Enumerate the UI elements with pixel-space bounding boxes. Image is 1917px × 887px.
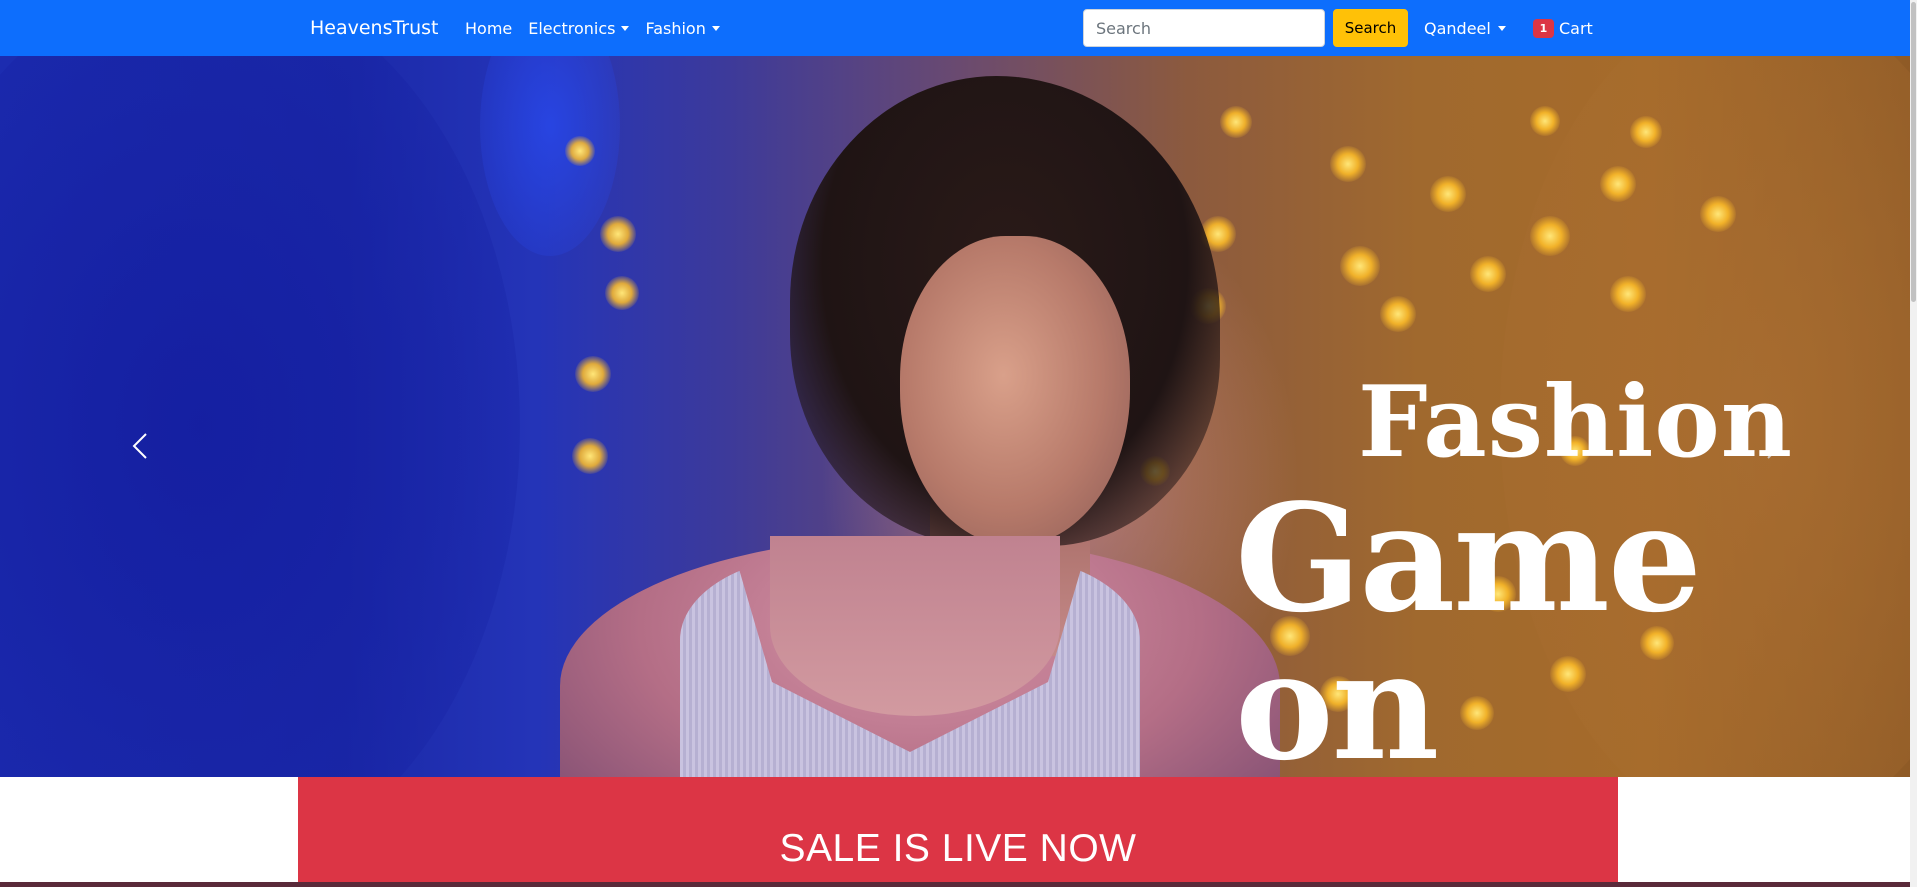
nav-dropdown-electronics-label: Electronics [528, 18, 616, 38]
hero-carousel: Fashion Game on [0, 56, 1917, 777]
cart-link[interactable]: 1 Cart [1533, 0, 1593, 56]
bokeh-light [1340, 246, 1380, 286]
background-blur [480, 56, 620, 256]
bokeh-light [572, 438, 608, 474]
scrollbar-thumb[interactable] [1911, 2, 1916, 302]
chevron-left-icon [132, 433, 147, 459]
sale-banner-text: SALE IS LIVE NOW [779, 827, 1137, 870]
hero-model-face [900, 236, 1130, 546]
nav-dropdown-electronics[interactable]: Electronics [520, 19, 637, 38]
caret-down-icon [1497, 25, 1506, 31]
bokeh-light [1630, 116, 1662, 148]
search-button[interactable]: Search [1333, 9, 1408, 47]
nav-dropdown-fashion[interactable]: Fashion [637, 19, 727, 38]
bokeh-light [1530, 216, 1570, 256]
bokeh-light [1380, 296, 1416, 332]
nav-links: Home Electronics Fashion [457, 0, 728, 56]
bokeh-light [1600, 166, 1636, 202]
background-blur [0, 56, 520, 777]
top-navbar: HeavensTrust Home Electronics Fashion Se… [0, 0, 1917, 56]
cart-count-badge: 1 [1533, 18, 1554, 38]
bokeh-light [565, 136, 595, 166]
bokeh-light [600, 216, 636, 252]
hero-model-neckline [770, 536, 1060, 716]
cart-label: Cart [1559, 18, 1593, 38]
sale-banner: SALE IS LIVE NOW [298, 777, 1618, 887]
bottom-strip [0, 882, 1917, 887]
caret-down-icon [711, 25, 720, 31]
user-dropdown[interactable]: Qandeel [1424, 0, 1506, 56]
bokeh-light [1700, 196, 1736, 232]
search-input[interactable] [1083, 9, 1325, 47]
bokeh-light [1470, 256, 1506, 292]
nav-link-home-label: Home [465, 18, 513, 38]
nav-dropdown-fashion-label: Fashion [645, 18, 706, 38]
hero-caption-title: Fashion [1358, 365, 1793, 480]
bokeh-light [1530, 106, 1560, 136]
carousel-prev-button[interactable] [112, 416, 172, 476]
caret-down-icon [621, 25, 630, 31]
bokeh-light [1610, 276, 1646, 312]
brand-logo[interactable]: HeavensTrust [310, 0, 439, 56]
hero-caption-subtitle: Game on [1235, 471, 1702, 777]
bokeh-light [575, 356, 611, 392]
bokeh-light [1220, 106, 1252, 138]
bokeh-light [1330, 146, 1366, 182]
nav-link-home[interactable]: Home [457, 19, 520, 38]
bokeh-light [605, 276, 639, 310]
bokeh-light [1430, 176, 1466, 212]
user-name: Qandeel [1424, 18, 1491, 38]
